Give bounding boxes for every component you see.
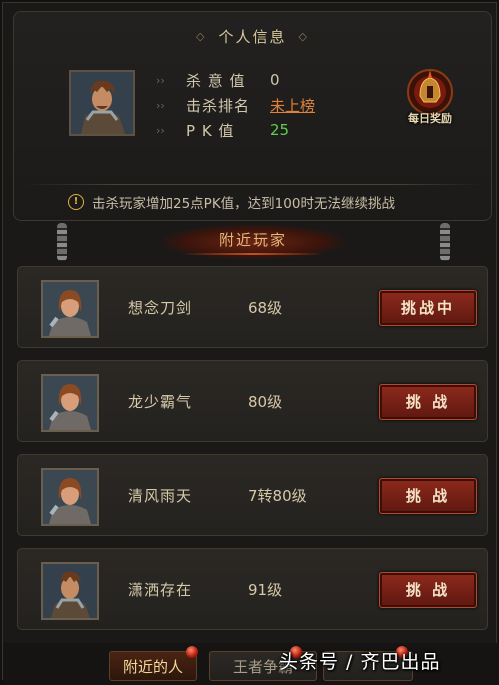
diamond-ornament-icon: ◇ — [298, 30, 309, 43]
stat-label: 杀 意 值 — [186, 71, 246, 90]
player-avatar[interactable] — [69, 70, 135, 136]
stat-value: 0 — [270, 71, 280, 89]
double-chevron-icon: ›› — [156, 73, 165, 87]
stat-value: 25 — [270, 121, 290, 139]
double-chevron-icon: ›› — [156, 98, 165, 112]
player-avatar[interactable] — [41, 280, 99, 338]
challenge-button[interactable]: 挑 战 — [379, 478, 477, 514]
divider — [24, 184, 483, 185]
chain-right-decoration — [440, 223, 450, 261]
player-row: 清风雨天 7转80级 挑 战 — [17, 454, 488, 536]
stat-pk-value: ›› P K 值 25 — [156, 120, 289, 140]
female-portrait-icon — [43, 470, 97, 524]
warrior-portrait-icon — [71, 72, 133, 134]
notice-text: 击杀玩家增加25点PK值，达到100时无法继续挑战 — [92, 196, 395, 212]
rank-link[interactable]: 未上榜 — [270, 95, 315, 116]
player-avatar[interactable] — [41, 374, 99, 432]
nearby-players-title: 附近玩家 — [163, 225, 343, 259]
player-row: 想念刀剑 68级 挑战中 — [17, 266, 488, 348]
player-name: 潇洒存在 — [128, 581, 193, 599]
personal-info-panel: ◇ 个人信息 ◇ ›› 杀 意 值 0 ›› 击杀排名 未上榜 ›› P K 值 — [13, 11, 492, 221]
game-window: ◇ 个人信息 ◇ ›› 杀 意 值 0 ›› 击杀排名 未上榜 ›› P K 值 — [2, 2, 499, 685]
stat-label: P K 值 — [186, 121, 235, 140]
watermark: 头条号 / 齐巴出品 — [279, 651, 441, 673]
challenge-button[interactable]: 挑 战 — [379, 572, 477, 608]
warning-icon: ! — [68, 194, 84, 210]
diamond-ornament-icon: ◇ — [196, 30, 207, 43]
daily-reward-label: 每日奖励 — [408, 112, 452, 125]
info-header: ◇ 个人信息 ◇ — [14, 26, 491, 47]
player-name: 想念刀剑 — [128, 299, 193, 317]
player-name: 龙少霸气 — [128, 393, 193, 411]
tab-nearby-people[interactable]: 附近的人 — [109, 646, 198, 681]
challenge-button[interactable]: 挑战中 — [379, 290, 477, 326]
pk-notice: ! 击杀玩家增加25点PK值，达到100时无法继续挑战 — [68, 192, 395, 212]
challenge-button[interactable]: 挑 战 — [379, 384, 477, 420]
player-avatar[interactable] — [41, 468, 99, 526]
player-level: 7转80级 — [248, 487, 307, 505]
player-level: 80级 — [248, 393, 283, 411]
notification-dot-icon — [186, 646, 198, 658]
tab-label: 附近的人 — [122, 658, 183, 676]
player-level: 68级 — [248, 299, 283, 317]
player-name: 清风雨天 — [128, 487, 193, 505]
stat-kill-intent: ›› 杀 意 值 0 — [156, 70, 280, 90]
chain-left-decoration — [57, 223, 67, 261]
player-row: 潇洒存在 91级 挑 战 — [17, 548, 488, 630]
player-level: 91级 — [248, 581, 283, 599]
player-row: 龙少霸气 80级 挑 战 — [17, 360, 488, 442]
female-portrait-icon — [43, 282, 97, 336]
warrior-portrait-icon — [43, 564, 97, 618]
daily-reward-button[interactable]: 每日奖励 — [394, 66, 466, 132]
stat-kill-rank: ›› 击杀排名 未上榜 — [156, 95, 315, 115]
info-title: 个人信息 — [218, 28, 287, 46]
stat-label: 击杀排名 — [186, 96, 251, 115]
female-portrait-icon — [43, 376, 97, 430]
double-chevron-icon: ›› — [156, 123, 165, 137]
player-avatar[interactable] — [41, 562, 99, 620]
